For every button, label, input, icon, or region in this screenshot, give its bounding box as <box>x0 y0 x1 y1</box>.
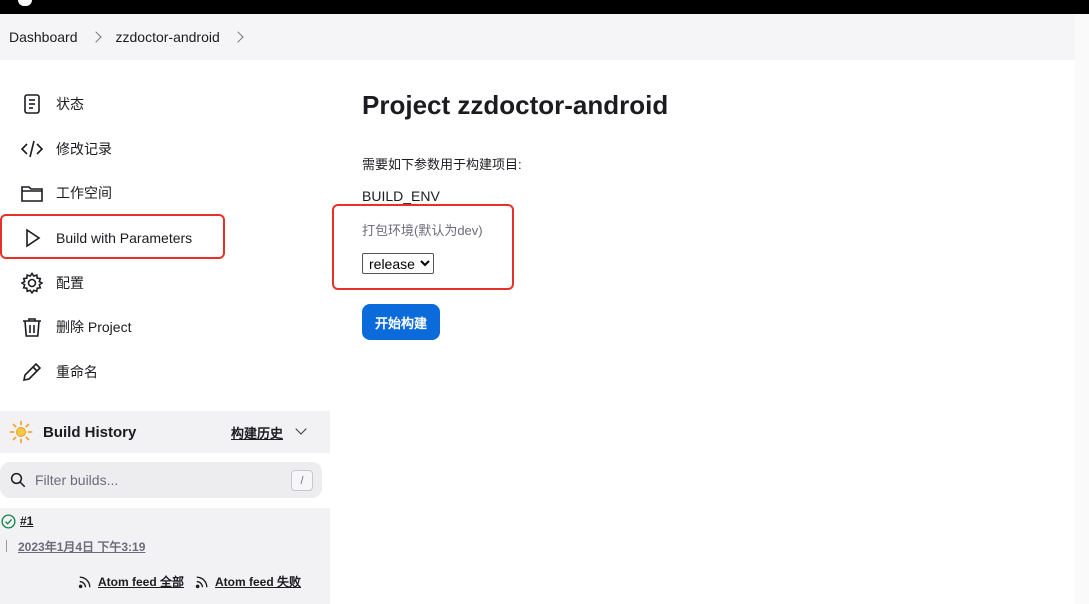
build-history-header: Build History 构建历史 <box>0 411 330 453</box>
sidebar-item-label: 状态 <box>56 96 84 112</box>
breadcrumb-project[interactable]: zzdoctor-android <box>116 29 220 45</box>
success-check-icon <box>1 514 16 529</box>
breadcrumb: Dashboard zzdoctor-android <box>0 14 1089 60</box>
build-divider <box>6 540 7 552</box>
code-icon <box>20 140 44 158</box>
feed-label: Atom feed 失败 <box>215 575 302 589</box>
parameters-description: 需要如下参数用于构建项目: <box>362 157 522 172</box>
build-row: #1 2023年1月4日 下午3:19 <box>0 508 330 562</box>
sidebar-item-label: 工作空间 <box>56 185 112 201</box>
atom-feed-all-link[interactable]: Atom feed 全部 <box>78 573 184 590</box>
folder-icon <box>21 186 43 202</box>
sidebar-item-delete-project[interactable]: 删除 Project <box>20 312 131 342</box>
jenkins-logo[interactable] <box>18 0 32 6</box>
build-time-link[interactable]: 2023年1月4日 下午3:19 <box>18 538 145 555</box>
sidebar-item-status[interactable]: 状态 <box>20 89 84 119</box>
atom-feed-failed-link[interactable]: Atom feed 失败 <box>195 573 301 590</box>
trash-icon <box>23 318 41 337</box>
build-history-trend-link[interactable]: 构建历史 <box>231 423 283 442</box>
scrollbar[interactable] <box>1075 14 1089 604</box>
filter-builds: / <box>0 462 322 498</box>
build-history-title: Build History <box>43 423 137 441</box>
pencil-icon <box>22 362 42 382</box>
highlight-box-parameter <box>332 204 514 290</box>
filter-builds-input[interactable] <box>35 472 275 488</box>
breadcrumb-dashboard[interactable]: Dashboard <box>9 29 78 45</box>
chevron-right-icon[interactable] <box>232 31 244 43</box>
chevron-down-icon[interactable] <box>295 423 307 435</box>
rss-icon <box>78 576 91 588</box>
parameter-description: 打包环境(默认为dev) <box>362 223 483 238</box>
sidebar-item-changes[interactable]: 修改记录 <box>20 134 112 164</box>
keyboard-shortcut-hint: / <box>291 470 313 491</box>
start-build-button[interactable]: 开始构建 <box>362 304 440 340</box>
feed-label: Atom feed 全部 <box>98 575 185 589</box>
search-icon <box>10 472 26 488</box>
build-env-select[interactable]: release <box>362 253 434 274</box>
feed-links: Atom feed 全部 Atom feed 失败 <box>0 562 330 604</box>
sidebar-item-configure[interactable]: 配置 <box>20 268 84 298</box>
sidebar-item-workspace[interactable]: 工作空间 <box>20 178 112 208</box>
document-icon <box>24 94 40 114</box>
highlight-box-sidebar <box>0 214 225 259</box>
chevron-right-icon[interactable] <box>89 31 102 43</box>
rss-icon <box>195 576 208 588</box>
sidebar-item-label: 配置 <box>56 275 84 291</box>
page-title: Project zzdoctor-android <box>362 90 669 120</box>
sidebar-item-rename[interactable]: 重命名 <box>20 357 98 387</box>
sun-weather-icon <box>9 420 33 444</box>
top-header-bar <box>0 0 1089 14</box>
build-number-link[interactable]: #1 <box>20 514 33 528</box>
gear-icon <box>20 272 44 295</box>
sidebar-item-label: 删除 Project <box>56 319 132 335</box>
sidebar-item-label: 重命名 <box>56 364 98 380</box>
sidebar-item-label: 修改记录 <box>56 141 112 157</box>
parameter-name: BUILD_ENV <box>362 188 440 204</box>
